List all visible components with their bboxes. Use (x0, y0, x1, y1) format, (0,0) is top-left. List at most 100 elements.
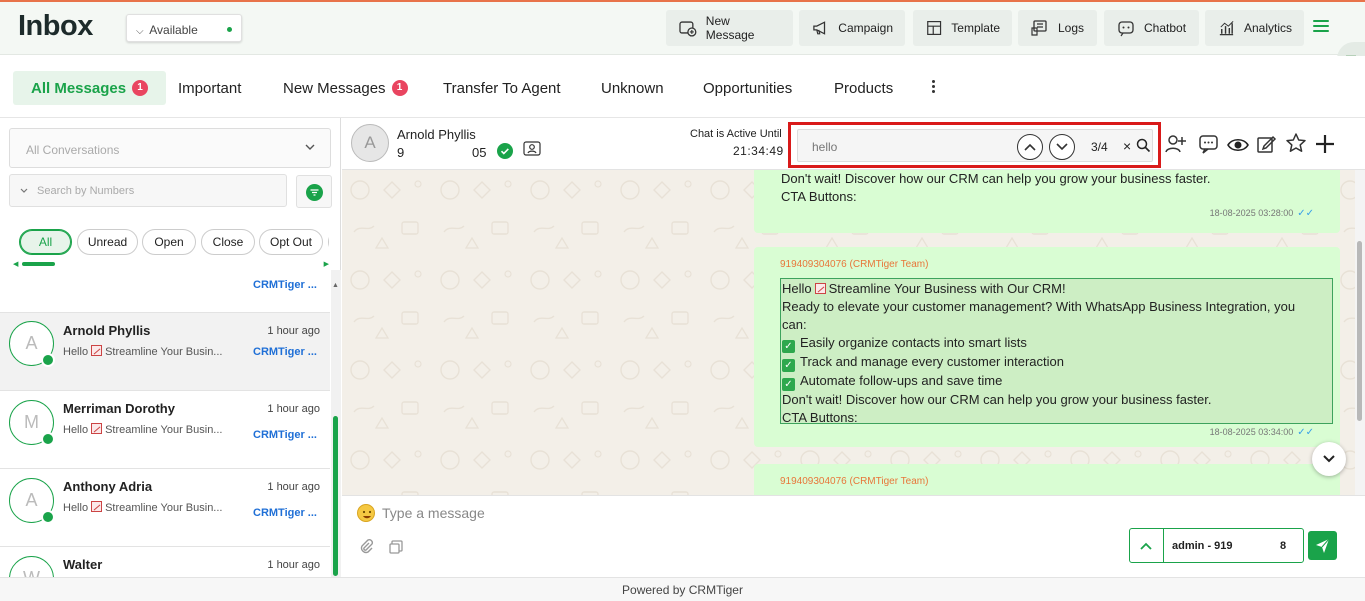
send-button[interactable] (1308, 531, 1337, 560)
message-area: Don't wait! Discover how our CRM can hel… (342, 170, 1355, 495)
message-sender: 919409304076 (CRMTiger Team) (780, 476, 929, 487)
list-item[interactable]: A Arnold Phyllis 1 hour ago Hello Streaml… (0, 313, 330, 391)
new-message-icon (679, 21, 697, 37)
search-by-number-input[interactable]: Search by Numbers (9, 174, 287, 207)
message-text: Hello Streamline Your Business with Our C… (782, 280, 1295, 427)
chatbot-button[interactable]: Chatbot (1104, 10, 1199, 46)
search-match-highlight: Hello Streamline Your Business with Our C… (780, 278, 1333, 427)
message-line: Hello Streamline Your Business with Our C… (782, 280, 1295, 298)
star-icon[interactable] (1285, 132, 1307, 154)
template-button[interactable]: Template (913, 10, 1012, 46)
chatbot-icon (1118, 21, 1134, 37)
divider (1163, 529, 1164, 562)
chip-unread[interactable]: Unread (77, 229, 138, 255)
preview-text: Streamline Your Busin... (105, 502, 223, 514)
analytics-button[interactable]: Analytics (1205, 10, 1304, 46)
chip-more[interactable] (328, 229, 329, 255)
chip-all[interactable]: All (19, 229, 72, 255)
scroll-right-icon[interactable]: ▶ (324, 260, 329, 268)
tab-important[interactable]: Important (160, 71, 259, 105)
avatar-initial: M (24, 412, 39, 432)
message-line: can: (782, 317, 807, 332)
checkbox-emoji-icon (91, 423, 103, 434)
greeting-text: Hello (782, 281, 812, 296)
message-input[interactable]: Type a message (382, 505, 485, 521)
tab-products[interactable]: Products (816, 71, 911, 105)
eye-icon[interactable] (1227, 134, 1249, 156)
hamburger-menu-icon[interactable] (1313, 20, 1329, 34)
scroll-to-bottom-button[interactable] (1312, 442, 1346, 476)
double-check-icon: ✓✓ (1297, 427, 1314, 438)
message-bullet: ✓ Track and manage every customer interac… (782, 353, 1295, 372)
whatsapp-icon (41, 353, 55, 367)
logs-button[interactable]: Logs (1018, 10, 1097, 46)
previous-result-button[interactable] (1017, 134, 1043, 160)
template-picker-icon[interactable] (388, 539, 404, 555)
logs-label: Logs (1058, 21, 1085, 35)
message-search-panel: hello 3/4 × (788, 122, 1161, 168)
timestamp-text: 18-08-2025 03:34:00 (1209, 427, 1294, 437)
chevron-down-icon (305, 144, 315, 150)
search-placeholder: Search by Numbers (37, 185, 135, 197)
attachment-icon[interactable] (358, 538, 374, 554)
edit-icon[interactable] (1256, 133, 1278, 155)
chip-open[interactable]: Open (142, 229, 196, 255)
emoji-icon[interactable] (357, 504, 375, 522)
add-contact-icon[interactable] (1165, 133, 1187, 155)
tab-all-messages[interactable]: All Messages 1 (13, 71, 167, 105)
plus-icon[interactable] (1314, 133, 1336, 155)
next-result-button[interactable] (1049, 134, 1075, 160)
template-icon (927, 21, 942, 35)
chevron-down-icon (1323, 455, 1335, 463)
message-time: 1 hour ago (267, 559, 320, 571)
preview-prefix: Hello (63, 424, 89, 436)
checkbox-emoji-icon (91, 345, 103, 356)
tab-new-messages[interactable]: New Messages 1 (265, 71, 426, 105)
campaign-button[interactable]: Campaign (799, 10, 905, 46)
message-sender: 919409304076 (CRMTiger Team) (780, 259, 929, 270)
scroll-thumb[interactable] (1357, 241, 1362, 421)
new-message-button[interactable]: New Message (666, 10, 793, 46)
logs-icon (1031, 20, 1047, 36)
contact-name: Arnold Phyllis (397, 127, 476, 142)
filter-button[interactable] (296, 175, 332, 208)
message-preview: Hello Streamline Your Busin... (63, 423, 238, 436)
chip-opt-out[interactable]: Opt Out (259, 229, 323, 255)
scroll-thumb[interactable] (333, 416, 338, 576)
sender-agent-selector[interactable]: admin - 919 8 (1129, 528, 1304, 563)
clear-search-button[interactable]: × (1123, 138, 1131, 154)
conversation-list-scrollbar[interactable]: ▲ (331, 270, 341, 577)
scroll-up-icon[interactable]: ▲ (332, 282, 339, 289)
list-item[interactable]: M Merriman Dorothy 1 hour ago Hello Strea… (0, 391, 330, 469)
message-search-input[interactable]: hello 3/4 × (797, 129, 1153, 162)
whatsapp-icon (41, 432, 55, 446)
chat-scrollbar[interactable] (1355, 170, 1365, 495)
chat-bubble-icon[interactable] (1198, 133, 1220, 155)
tab-opportunities[interactable]: Opportunities (685, 71, 810, 105)
conversation-filter-label: All Conversations (26, 143, 120, 157)
list-item[interactable]: CRMTiger ... (0, 273, 330, 313)
chip-close[interactable]: Close (201, 229, 255, 255)
search-icon[interactable] (1136, 138, 1151, 153)
conversation-list: CRMTiger ... A Arnold Phyllis 1 hour ago… (0, 273, 330, 577)
tab-opportunities-label: Opportunities (703, 79, 793, 97)
chips-scrollbar[interactable]: ◀ ▶ (13, 260, 329, 268)
checkbox-emoji-icon (814, 283, 826, 294)
new-message-label: New Message (705, 14, 755, 42)
availability-dropdown[interactable]: ⌵ Available (126, 14, 242, 42)
chips-scroll-thumb[interactable] (22, 262, 55, 266)
scroll-left-icon[interactable]: ◀ (13, 260, 18, 268)
list-item[interactable]: W Walter 1 hour ago (0, 547, 330, 577)
list-item[interactable]: A Anthony Adria 1 hour ago Hello Streamli… (0, 469, 330, 547)
contact-card-icon[interactable] (523, 141, 541, 158)
tab-all-messages-label: All Messages (31, 79, 127, 97)
avatar: M (9, 400, 55, 446)
send-icon (1316, 538, 1330, 553)
more-tabs-icon[interactable] (932, 80, 936, 95)
conversation-filter-select[interactable]: All Conversations (9, 128, 331, 168)
tab-transfer-to-agent[interactable]: Transfer To Agent (425, 71, 579, 105)
conversation-owner: CRMTiger ... (253, 507, 317, 519)
avatar: A (9, 478, 55, 524)
tab-unknown[interactable]: Unknown (583, 71, 682, 105)
chat-header: A Arnold Phyllis 9 05 Chat is Active Unt… (342, 118, 1365, 170)
